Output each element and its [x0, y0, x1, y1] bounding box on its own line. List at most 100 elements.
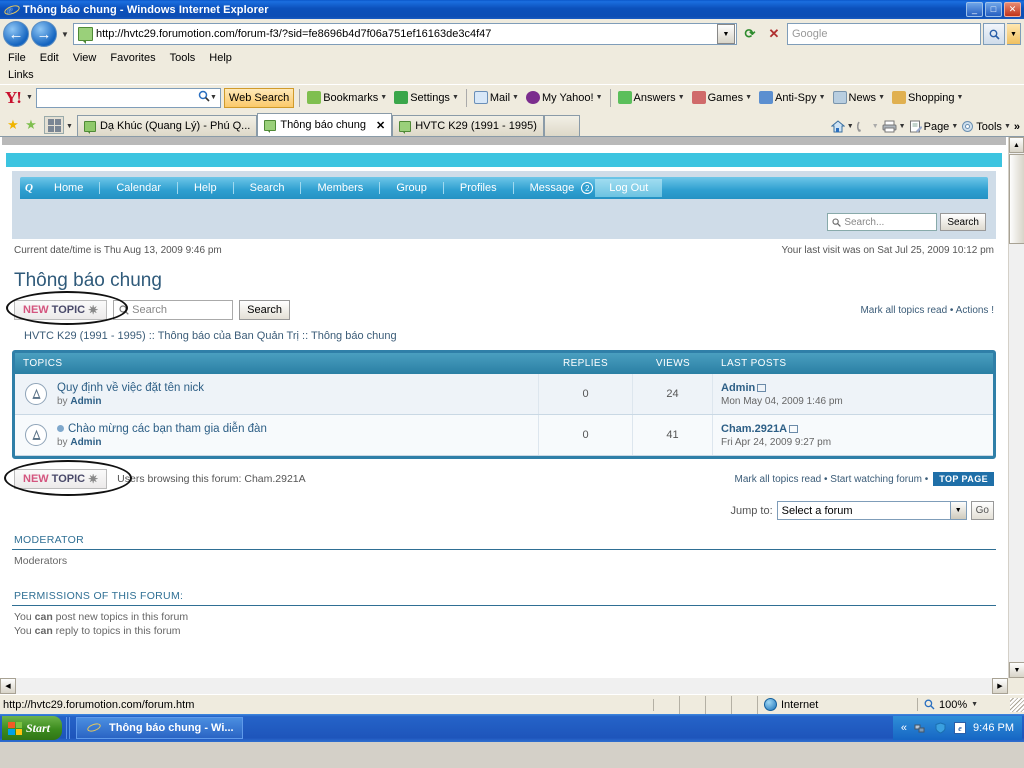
yahoo-item-games[interactable]: Games ▼ [690, 91, 754, 104]
yahoo-item-my-yahoo[interactable]: My Yahoo! ▼ [524, 91, 605, 104]
yahoo-search-input[interactable]: ▼ [35, 87, 221, 108]
close-button[interactable]: ✕ [1004, 2, 1021, 17]
tab-list-caret-icon[interactable]: ▼ [66, 123, 73, 130]
yahoo-item-anti-spy[interactable]: Anti-Spy ▼ [757, 91, 828, 104]
links-label[interactable]: Links [8, 69, 34, 81]
scroll-up-button[interactable]: ▲ [1009, 137, 1024, 153]
browser-tab-2-active[interactable]: Thông báo chung ✕ [257, 113, 393, 136]
new-topic-button-bottom[interactable]: NEW TOPIC ✷ [14, 469, 108, 489]
tray-expand-icon[interactable]: « [901, 722, 907, 734]
last-post-author[interactable]: Cham.2921A [721, 423, 787, 435]
scroll-right-button[interactable]: ▶ [992, 678, 1008, 694]
zoom-control[interactable]: 100% ▼ [918, 699, 1010, 711]
toolbar-overflow-icon[interactable]: » [1014, 121, 1020, 133]
forum-search-input[interactable]: Search... [827, 213, 938, 231]
search-input[interactable]: Google [787, 23, 981, 45]
topic-title[interactable]: Quy định về việc đặt tên nick [57, 382, 538, 394]
yahoo-item-settings[interactable]: Settings ▼ [392, 91, 461, 104]
tools-menu[interactable]: Tools ▼ [961, 120, 1011, 133]
goto-last-post-icon[interactable] [789, 424, 799, 433]
vertical-scrollbar[interactable]: ▲ ▼ [1008, 137, 1024, 678]
yahoo-item-news[interactable]: News ▼ [831, 91, 887, 104]
yahoo-item-answers[interactable]: Answers ▼ [616, 91, 687, 104]
nav-message[interactable]: Message [514, 182, 579, 194]
yahoo-search-icon[interactable] [198, 90, 210, 105]
menu-view[interactable]: View [73, 52, 97, 64]
resize-grip[interactable] [1010, 697, 1024, 712]
menu-edit[interactable]: Edit [40, 52, 59, 64]
browser-tab-3[interactable]: HVTC K29 (1991 - 1995) [392, 115, 544, 136]
topic-top-links[interactable]: Mark all topics read • Actions ! [860, 305, 994, 316]
web-search-button[interactable]: Web Search [223, 87, 295, 108]
yahoo-logo-caret-icon[interactable]: ▼ [26, 94, 33, 101]
taskbar-window-item[interactable]: Thông báo chung - Wi... [76, 717, 243, 739]
nav-logout[interactable]: Log Out [595, 179, 663, 197]
topic-author[interactable]: Admin [70, 437, 101, 448]
horizontal-scrollbar[interactable]: ◀ ▶ [0, 678, 1008, 694]
horizontal-scroll-track[interactable] [16, 678, 992, 694]
forward-button[interactable]: → [31, 21, 57, 47]
page-menu[interactable]: Page ▼ [909, 120, 958, 133]
back-button[interactable]: ← [3, 21, 29, 47]
top-page-button[interactable]: TOP PAGE [933, 472, 994, 486]
table-row[interactable]: Chào mừng các bạn tham gia diễn đàn by A… [15, 415, 993, 456]
last-post-author[interactable]: Admin [721, 382, 755, 394]
nav-group[interactable]: Group [380, 182, 443, 194]
favorites-star-icon[interactable]: ★ [4, 114, 22, 136]
feeds-icon[interactable]: ▼ [856, 120, 879, 133]
menu-file[interactable]: File [8, 52, 26, 64]
topic-author[interactable]: Admin [70, 396, 101, 407]
add-favorite-icon[interactable]: ★ [22, 114, 40, 136]
bottom-links[interactable]: Mark all topics read • Start watching fo… [735, 474, 929, 485]
refresh-icon[interactable]: ⟳ [739, 23, 761, 45]
goto-last-post-icon[interactable] [757, 383, 767, 392]
nav-help[interactable]: Help [178, 182, 233, 194]
yahoo-item-mail[interactable]: Mail ▼ [472, 91, 521, 104]
nav-members[interactable]: Members [301, 182, 379, 194]
new-tab-button[interactable] [543, 115, 580, 136]
home-icon[interactable]: ▼ [830, 120, 854, 133]
nav-search[interactable]: Search [234, 182, 301, 194]
tab-close-icon[interactable]: ✕ [376, 119, 385, 132]
yahoo-item-shopping[interactable]: Shopping ▼ [890, 91, 965, 104]
ie-icon[interactable]: e [953, 721, 967, 735]
stop-icon[interactable]: ✕ [763, 23, 785, 45]
search-go-button[interactable] [983, 23, 1005, 45]
network-icon[interactable] [913, 721, 927, 735]
maximize-button[interactable]: □ [985, 2, 1002, 17]
quick-tabs-icon[interactable] [44, 116, 64, 134]
jump-to-go-button[interactable]: Go [970, 501, 994, 520]
taskbar-clock[interactable]: 9:46 PM [973, 722, 1014, 734]
forum-search-button[interactable]: Search [940, 213, 986, 231]
scroll-down-button[interactable]: ▼ [1009, 662, 1024, 678]
menu-favorites[interactable]: Favorites [110, 52, 155, 64]
browser-tab-1[interactable]: Dạ Khúc (Quang Lý) - Phú Q... [76, 115, 258, 136]
print-icon[interactable]: ▼ [882, 120, 906, 133]
topic-search-input[interactable]: Search [113, 300, 234, 320]
table-row[interactable]: Quy định về việc đặt tên nick by Admin 0… [15, 374, 993, 415]
breadcrumb[interactable]: HVTC K29 (1991 - 1995) :: Thông báo của … [12, 324, 996, 350]
security-zone[interactable]: Internet [758, 698, 918, 711]
history-dropdown-icon[interactable]: ▼ [59, 30, 71, 39]
start-button[interactable]: Start [2, 716, 63, 740]
yahoo-logo-icon[interactable]: Y! [3, 88, 23, 108]
nav-profiles[interactable]: Profiles [444, 182, 513, 194]
yahoo-search-caret-icon[interactable]: ▼ [210, 94, 217, 101]
minimize-button[interactable]: _ [966, 2, 983, 17]
topic-search-button[interactable]: Search [239, 300, 291, 320]
search-provider-caret-icon[interactable]: ▼ [1007, 23, 1021, 45]
nav-home[interactable]: Home [38, 182, 99, 194]
yahoo-item-bookmarks[interactable]: Bookmarks ▼ [305, 91, 389, 104]
topic-title[interactable]: Chào mừng các bạn tham gia diễn đàn [68, 423, 267, 435]
chevron-down-icon[interactable]: ▼ [949, 502, 966, 519]
shield-icon[interactable] [933, 721, 947, 735]
menu-help[interactable]: Help [209, 52, 232, 64]
new-topic-button[interactable]: NEW TOPIC ✷ [14, 300, 108, 320]
vertical-scroll-thumb[interactable] [1009, 154, 1024, 244]
url-dropdown-icon[interactable]: ▼ [717, 24, 735, 44]
nav-calendar[interactable]: Calendar [100, 182, 177, 194]
chevron-down-icon[interactable]: ▼ [971, 701, 978, 708]
menu-tools[interactable]: Tools [170, 52, 196, 64]
scroll-left-button[interactable]: ◀ [0, 678, 16, 694]
url-input[interactable]: http://hvtc29.forumotion.com/forum-f3/?s… [73, 23, 737, 45]
